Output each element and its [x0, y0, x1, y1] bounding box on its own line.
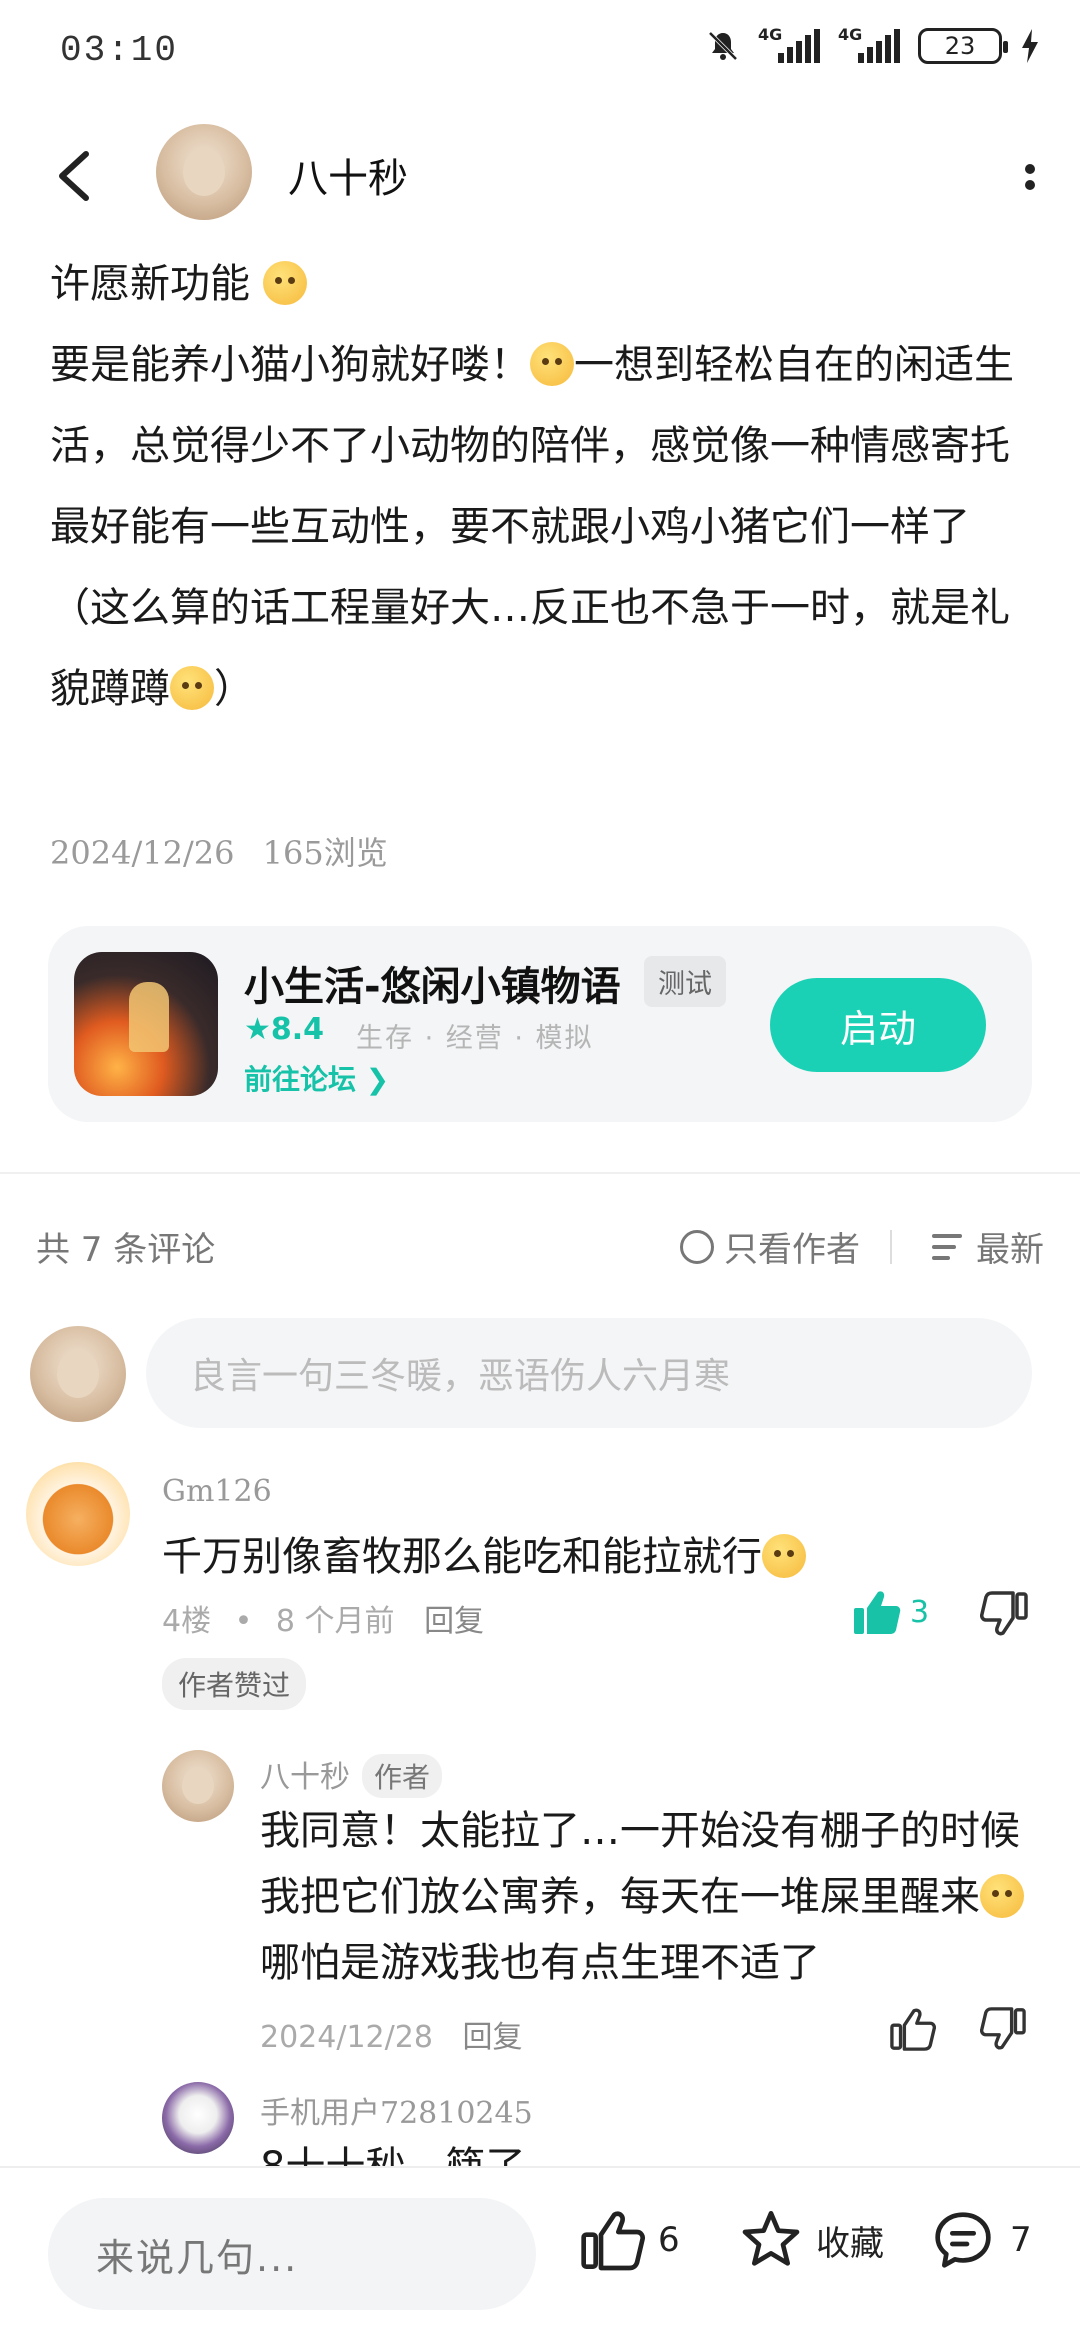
- commenter-name[interactable]: Gm126: [162, 1474, 272, 1509]
- author-only-label[interactable]: 只看作者: [724, 1222, 860, 1271]
- game-genres: 生存 · 经营 · 模拟: [356, 1023, 594, 1054]
- like-button[interactable]: [890, 2006, 936, 2052]
- reply-avatar[interactable]: [162, 1750, 234, 1822]
- comment-count: 7: [1010, 2220, 1032, 2260]
- dislike-button[interactable]: [980, 2006, 1026, 2052]
- post-paragraph-3: 最好能有一些互动性，要不就跟小鸡小猪它们一样了（这么算的话工程量好大…反正也不急…: [50, 504, 1010, 712]
- reply-date: 2024/12/28: [260, 2020, 433, 2055]
- separator: [890, 1230, 892, 1264]
- status-bar: 03:10 4G 4G 23: [0, 0, 1080, 100]
- author-avatar[interactable]: [156, 124, 252, 220]
- comment-text: 千万别像畜牧那么能吃和能拉就行: [162, 1524, 1012, 1590]
- reply-meta: 2024/12/28 回复: [260, 2012, 522, 2056]
- forum-link[interactable]: 前往论坛 ❯: [244, 1058, 389, 1098]
- reply-author[interactable]: 八十秒 作者: [260, 1752, 443, 1798]
- post-header: 八十秒: [0, 120, 1080, 230]
- comment-input[interactable]: 良言一句三冬暖，恶语伤人六月寒: [146, 1318, 1032, 1428]
- game-rating: ★8.4: [244, 1012, 325, 1047]
- sort-button[interactable]: 最新: [932, 1222, 1044, 1271]
- reply-text: 8十十秒，筷了: [260, 2134, 1030, 2166]
- thumbs-up-icon[interactable]: [580, 2208, 646, 2272]
- mute-bell-icon: [708, 31, 738, 61]
- status-time: 03:10: [60, 30, 179, 71]
- battery-icon: 23: [918, 28, 1008, 64]
- dislike-button[interactable]: [980, 1590, 1028, 1638]
- thumbs-down-icon[interactable]: [980, 1590, 1028, 1638]
- thumbs-up-icon[interactable]: [890, 2006, 936, 2052]
- post-paragraph-2: 要是能养小猫小狗就好喽！ 一想到轻松自在的闲适生活，总觉得少不了小动物的陪伴，感觉…: [50, 342, 1014, 469]
- my-avatar: [30, 1326, 126, 1422]
- post-paragraph-1: 许愿新功能: [50, 244, 1040, 325]
- comments-header: 共 7 条评论 只看作者 最新: [36, 1222, 1044, 1274]
- network-label-2: 4G: [838, 25, 863, 44]
- post-content: 许愿新功能 要是能养小猫小狗就好喽！ 一想到轻松自在的闲适生活，总觉得少不了小动物…: [50, 244, 1040, 730]
- divider: [0, 1172, 1080, 1174]
- comment-meta: 4楼 • 8 个月前 回复: [162, 1604, 485, 1639]
- author-only-toggle[interactable]: 只看作者: [680, 1222, 860, 1271]
- reply-author[interactable]: 手机用户72810245: [260, 2088, 533, 2132]
- comments-button[interactable]: 7: [928, 2208, 1032, 2272]
- post-date: 2024/12/26: [50, 834, 235, 872]
- comment-bubble-icon[interactable]: [928, 2208, 998, 2272]
- reply-button[interactable]: 回复: [424, 1604, 484, 1639]
- game-icon[interactable]: [74, 952, 218, 1096]
- signal-icon-1: 4G: [758, 25, 820, 63]
- launch-button[interactable]: 启动: [770, 978, 986, 1072]
- game-card[interactable]: 小生活-悠闲小镇物语 测试 ★8.4 生存 · 经营 · 模拟 前往论坛 ❯ 启…: [48, 926, 1032, 1122]
- thumbs-down-icon[interactable]: [980, 2006, 1026, 2052]
- comment-input-row: 良言一句三冬暖，恶语伤人六月寒: [30, 1318, 1050, 1428]
- thinking-emoji-icon: [530, 342, 574, 386]
- favorite-button[interactable]: 收藏: [738, 2208, 884, 2272]
- comments-count: 共 7 条评论: [36, 1230, 216, 1270]
- commenter-avatar[interactable]: [26, 1462, 130, 1566]
- network-label-1: 4G: [758, 25, 783, 44]
- smile-emoji-icon: [262, 261, 307, 305]
- comment-floor: 4楼: [162, 1604, 212, 1639]
- charging-icon: [1022, 29, 1038, 63]
- author-name[interactable]: 八十秒: [288, 146, 408, 204]
- radio-icon[interactable]: [680, 1229, 714, 1264]
- like-count: 3: [910, 1594, 930, 1630]
- post-like-count: 6: [658, 2220, 680, 2260]
- comment-time: 8 个月前: [275, 1604, 395, 1639]
- bottom-comment-input[interactable]: 来说几句...: [48, 2198, 536, 2310]
- more-options-icon[interactable]: [1020, 158, 1040, 198]
- author-liked-badge: 作者赞过: [162, 1658, 307, 1710]
- signal-icon-2: 4G: [838, 25, 900, 63]
- reply-avatar[interactable]: [162, 2082, 234, 2154]
- sort-label[interactable]: 最新: [976, 1222, 1044, 1271]
- scared-emoji-icon: [980, 1874, 1024, 1918]
- bottom-bar: 来说几句... 6 收藏 7: [0, 2166, 1080, 2340]
- post-views: 165浏览: [262, 834, 388, 872]
- thumbs-up-icon[interactable]: [852, 1588, 902, 1636]
- reply-text: 我同意！太能拉了…一开始没有棚子的时候我把它们放公寓养，每天在一堆屎里醒来哪怕是…: [260, 1798, 1030, 1996]
- sort-icon[interactable]: [932, 1232, 966, 1262]
- favorite-label[interactable]: 收藏: [816, 2216, 884, 2265]
- thinking-emoji-icon: [170, 666, 214, 710]
- reply-item: 八十秒 作者 我同意！太能拉了…一开始没有棚子的时候我把它们放公寓养，每天在一堆屎…: [0, 1740, 1080, 2055]
- status-icons: 4G 4G 23: [706, 25, 1040, 64]
- back-icon[interactable]: [50, 148, 100, 204]
- comment-item: Gm126 千万别像畜牧那么能吃和能拉就行 4楼 • 8 个月前 回复 3 作者…: [0, 1458, 1080, 1728]
- reply-item: 手机用户72810245 8十十秒，筷了: [0, 2078, 1080, 2166]
- reply-button[interactable]: 回复: [462, 2020, 522, 2055]
- author-badge: 作者: [362, 1754, 443, 1798]
- battery-level: 23: [944, 32, 976, 60]
- game-tag: 测试: [644, 956, 726, 1007]
- post-meta: 2024/12/26 165浏览: [50, 828, 388, 874]
- game-title[interactable]: 小生活-悠闲小镇物语: [244, 954, 621, 1012]
- like-button[interactable]: 3: [852, 1588, 929, 1636]
- post-like-button[interactable]: 6: [580, 2208, 680, 2272]
- star-icon[interactable]: [738, 2208, 804, 2272]
- crying-emoji-icon: [762, 1534, 806, 1578]
